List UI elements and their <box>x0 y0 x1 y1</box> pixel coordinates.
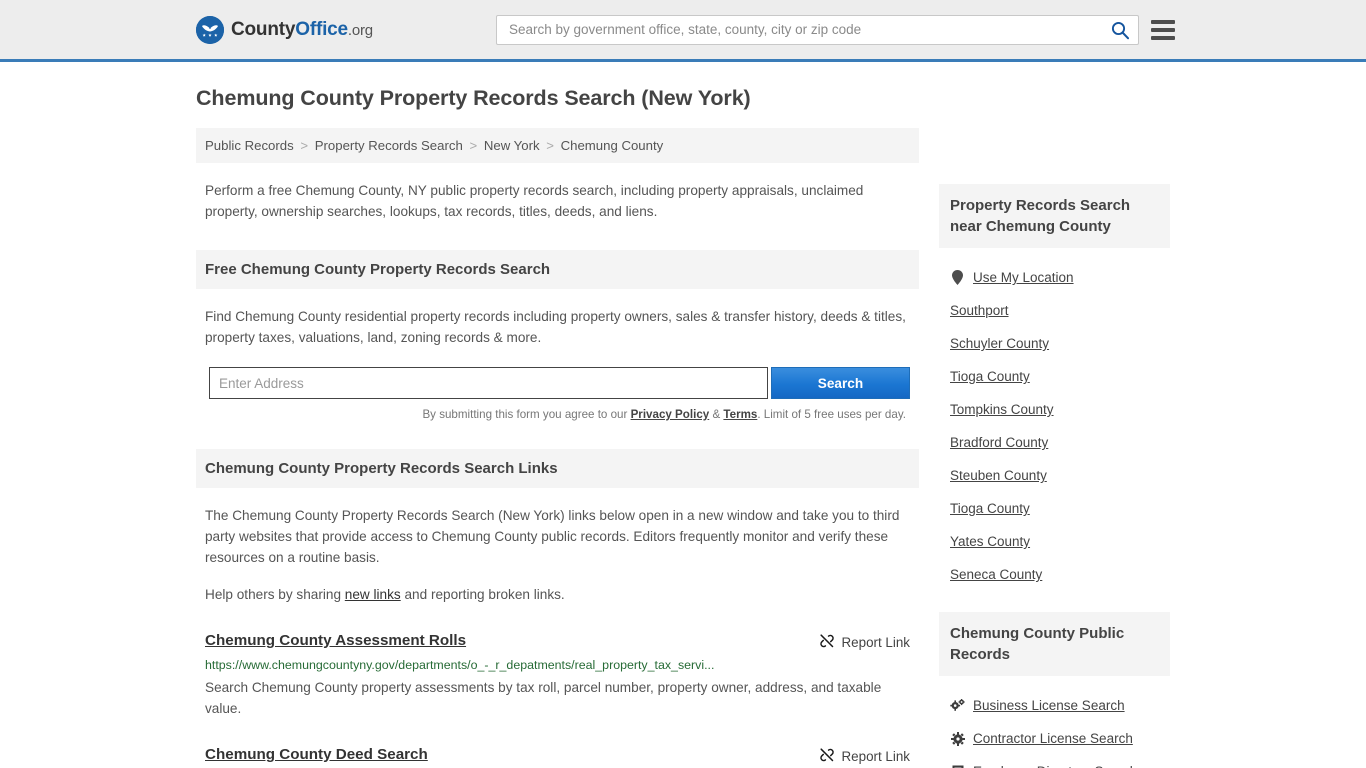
cogs-icon <box>950 698 965 713</box>
result-item: Chemung County Deed Search Report Link h… <box>196 746 919 768</box>
site-logo[interactable]: CountyOffice.org <box>196 15 373 44</box>
book-icon <box>950 765 965 768</box>
disclaimer-amp: & <box>709 408 724 421</box>
search-input[interactable] <box>507 21 1110 38</box>
page-intro-text: Perform a free Chemung County, NY public… <box>205 183 864 219</box>
sidebar-item-label: Bradford County <box>950 435 1049 450</box>
hamburger-bar <box>1151 27 1175 32</box>
breadcrumb-item-public-records[interactable]: Public Records <box>205 138 294 153</box>
hamburger-bar <box>1151 35 1175 40</box>
countyoffice-eagle-logo-icon <box>196 15 224 44</box>
site-logo-text: CountyOffice.org <box>231 19 373 41</box>
free-search-description: Find Chemung County residential property… <box>205 309 906 345</box>
hamburger-menu-icon[interactable] <box>1151 19 1175 40</box>
global-search-box[interactable] <box>496 14 1139 45</box>
report-link-button[interactable]: Report Link <box>819 746 910 766</box>
new-links-link[interactable]: new links <box>345 587 401 602</box>
site-header: CountyOffice.org <box>0 0 1366 62</box>
search-button[interactable]: Search <box>770 367 910 399</box>
map-pin-icon <box>950 270 965 285</box>
sidebar-item-label: Yates County <box>950 534 1031 549</box>
broken-link-icon <box>819 747 835 766</box>
sidebar-item-steuben-county[interactable]: Steuben County <box>950 468 1159 483</box>
sidebar-item-tioga-county-2[interactable]: Tioga County <box>950 501 1159 516</box>
sidebar-item-employee-directory-search[interactable]: Employee Directory Search <box>950 764 1159 768</box>
result-description: Search Chemung County property assessmen… <box>205 680 882 716</box>
report-link-button[interactable]: Report Link <box>819 632 910 652</box>
records-links-paragraph: The Chemung County Property Records Sear… <box>205 508 900 565</box>
page-title: Chemung County Property Records Search (… <box>196 86 751 110</box>
report-link-label: Report Link <box>841 749 910 764</box>
sidebar-item-label: Tioga County <box>950 501 1030 516</box>
disclaimer-text-post: . Limit of 5 free uses per day. <box>757 408 906 421</box>
form-disclaimer: By submitting this form you agree to our… <box>205 408 906 421</box>
sidebar-public-records-list: Business License Search Contractor Licen… <box>939 676 1170 768</box>
sidebar-item-label: Employee Directory Search <box>973 764 1137 768</box>
breadcrumb-separator: > <box>300 138 309 153</box>
address-search-form: Search <box>205 367 910 399</box>
report-link-label: Report Link <box>841 635 910 650</box>
sidebar-item-use-my-location[interactable]: Use My Location <box>950 270 1159 285</box>
sidebar: Property Records Search near Chemung Cou… <box>939 184 1170 768</box>
sidebar-item-seneca-county[interactable]: Seneca County <box>950 567 1159 582</box>
share-text-post: and reporting broken links. <box>400 587 565 602</box>
logo-text-org: .org <box>347 21 373 39</box>
address-input[interactable] <box>209 367 768 399</box>
sidebar-near-list: Use My Location Southport Schuyler Count… <box>939 248 1170 582</box>
breadcrumb-item-new-york[interactable]: New York <box>484 138 540 153</box>
sidebar-item-label: Seneca County <box>950 567 1043 582</box>
sidebar-item-label: Tioga County <box>950 369 1030 384</box>
sidebar-item-label: Business License Search <box>973 698 1125 713</box>
hamburger-bar <box>1151 19 1175 24</box>
result-header: Chemung County Assessment Rolls Report L… <box>205 632 910 652</box>
result-url: https://www.chemungcountyny.gov/departme… <box>205 658 715 672</box>
terms-link[interactable]: Terms <box>723 408 757 421</box>
breadcrumb-item-chemung-county[interactable]: Chemung County <box>561 138 664 153</box>
breadcrumb-separator: > <box>546 138 554 153</box>
search-icon[interactable] <box>1110 20 1130 40</box>
sidebar-item-label: Contractor License Search <box>973 731 1133 746</box>
result-title-link[interactable]: Chemung County Assessment Rolls <box>205 632 466 649</box>
sidebar-item-label: Schuyler County <box>950 336 1050 351</box>
sidebar-item-label: Use My Location <box>973 270 1074 285</box>
share-text-pre: Help others by sharing <box>205 587 345 602</box>
privacy-policy-link[interactable]: Privacy Policy <box>631 408 710 421</box>
sidebar-item-label: Steuben County <box>950 468 1047 483</box>
sidebar-item-southport[interactable]: Southport <box>950 303 1159 318</box>
free-search-body: Find Chemung County residential property… <box>196 306 919 421</box>
records-links-heading: Chemung County Property Records Search L… <box>196 449 919 488</box>
sidebar-item-contractor-license-search[interactable]: Contractor License Search <box>950 731 1159 746</box>
result-header: Chemung County Deed Search Report Link <box>205 746 910 766</box>
sidebar-item-yates-county[interactable]: Yates County <box>950 534 1159 549</box>
sidebar-near-heading: Property Records Search near Chemung Cou… <box>939 184 1170 248</box>
sidebar-item-tioga-county[interactable]: Tioga County <box>950 369 1159 384</box>
breadcrumb-separator: > <box>469 138 478 153</box>
sidebar-item-bradford-county[interactable]: Bradford County <box>950 435 1159 450</box>
sidebar-item-business-license-search[interactable]: Business License Search <box>950 698 1159 713</box>
free-search-heading: Free Chemung County Property Records Sea… <box>196 250 919 289</box>
sidebar-item-label: Southport <box>950 303 1009 318</box>
result-item: Chemung County Assessment Rolls Report L… <box>196 632 919 719</box>
gear-icon <box>950 731 965 746</box>
share-links-paragraph: Help others by sharing new links and rep… <box>205 584 910 605</box>
logo-text-county: County <box>231 18 296 40</box>
records-links-body: The Chemung County Property Records Sear… <box>196 505 919 605</box>
main-content-column: Chemung County Property Records Search (… <box>196 86 919 768</box>
breadcrumb: Public Records > Property Records Search… <box>196 128 919 163</box>
sidebar-item-schuyler-county[interactable]: Schuyler County <box>950 336 1159 351</box>
sidebar-public-records-heading: Chemung County Public Records <box>939 612 1170 676</box>
sidebar-item-tompkins-county[interactable]: Tompkins County <box>950 402 1159 417</box>
result-title-link[interactable]: Chemung County Deed Search <box>205 746 428 763</box>
broken-link-icon <box>819 633 835 652</box>
disclaimer-text-pre: By submitting this form you agree to our <box>422 408 631 421</box>
sidebar-card-spacer <box>939 582 1170 612</box>
sidebar-item-label: Tompkins County <box>950 402 1054 417</box>
logo-text-office: Office <box>295 18 348 40</box>
breadcrumb-item-property-records-search[interactable]: Property Records Search <box>315 138 463 153</box>
